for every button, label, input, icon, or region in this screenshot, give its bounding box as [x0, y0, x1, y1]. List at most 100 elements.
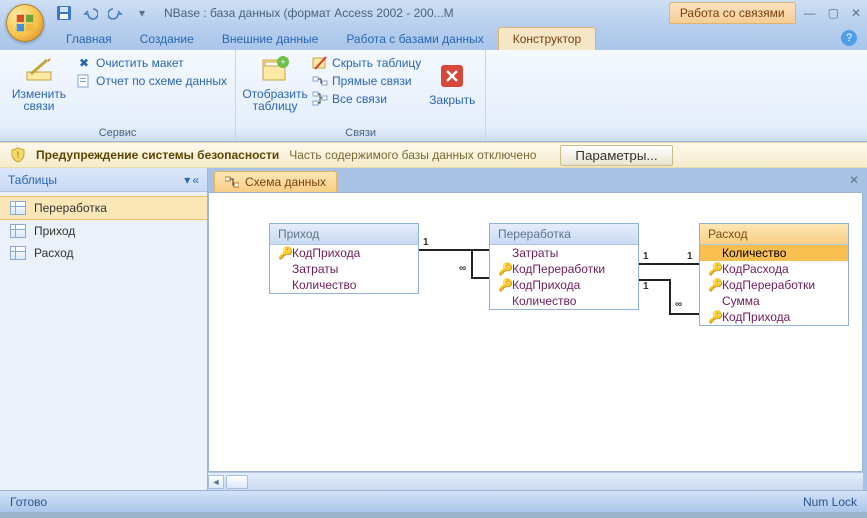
svg-text:!: ! — [17, 150, 20, 160]
scroll-thumb[interactable] — [226, 475, 248, 489]
clear-layout-button[interactable]: ✖ Очистить макет — [76, 54, 227, 72]
relationship-line[interactable] — [639, 263, 699, 265]
clear-layout-icon: ✖ — [76, 55, 92, 71]
hide-table-button[interactable]: Скрыть таблицу — [312, 54, 421, 72]
svg-text:+: + — [280, 57, 285, 67]
document-tab-schema[interactable]: Схема данных — [214, 171, 337, 192]
help-icon[interactable]: ? — [841, 30, 857, 46]
clear-layout-label: Очистить макет — [96, 56, 184, 70]
table-field[interactable]: Затраты — [270, 261, 418, 277]
ribbon-tabs: Главная Создание Внешние данные Работа с… — [0, 26, 867, 50]
maximize-icon[interactable]: ▢ — [828, 6, 839, 20]
office-button[interactable] — [6, 4, 44, 42]
nav-item-label: Приход — [34, 224, 75, 238]
table-box-prihod[interactable]: Приход 🔑КодПриходаЗатратыКоличество — [269, 223, 419, 294]
relation-one-label: 1 — [423, 237, 429, 248]
relation-one-label: 1 — [643, 251, 649, 262]
table-box-pererabotka[interactable]: Переработка Затраты🔑КодПереработки🔑 КодПр… — [489, 223, 639, 310]
relationship-line — [669, 313, 699, 315]
security-warning-bar: ! Предупреждение системы безопасности Ча… — [0, 142, 867, 168]
nav-item[interactable]: Расход — [0, 242, 207, 264]
table-header: Переработка — [490, 224, 638, 245]
table-header: Расход — [700, 224, 848, 245]
close-button[interactable]: Закрыть — [427, 54, 477, 112]
qat-dropdown-icon[interactable]: ▾ — [132, 3, 152, 23]
status-bar: Готово Num Lock — [0, 490, 867, 512]
security-message: Часть содержимого базы данных отключено — [289, 148, 536, 162]
table-field[interactable]: 🔑КодПереработки — [490, 261, 638, 277]
status-ready: Готово — [10, 495, 47, 509]
nav-item-label: Расход — [34, 246, 74, 260]
field-name: Затраты — [292, 262, 338, 276]
redo-icon[interactable] — [106, 3, 126, 23]
window-title: NBase : база данных (формат Access 2002 … — [164, 6, 669, 20]
close-label: Закрыть — [429, 94, 475, 106]
edit-relationships-icon — [23, 54, 55, 86]
table-field[interactable]: Количество — [490, 293, 638, 309]
table-field[interactable]: 🔑 КодПрихода — [490, 277, 638, 293]
schema-report-button[interactable]: Отчет по схеме данных — [76, 72, 227, 90]
table-field[interactable]: 🔑 КодРасхода — [700, 261, 848, 277]
close-window-icon[interactable]: ✕ — [851, 6, 861, 20]
table-field[interactable]: Количество — [700, 245, 848, 261]
security-options-button[interactable]: Параметры... — [560, 145, 672, 166]
undo-icon[interactable] — [80, 3, 100, 23]
schema-report-label: Отчет по схеме данных — [96, 74, 227, 88]
document-tabs: Схема данных ✕ — [208, 168, 867, 192]
all-links-button[interactable]: Все связи — [312, 90, 421, 108]
tab-home[interactable]: Главная — [52, 28, 126, 50]
tab-database-tools[interactable]: Работа с базами данных — [332, 28, 497, 50]
table-icon — [10, 246, 26, 260]
field-name: КодРасхода — [722, 262, 789, 276]
field-name: КодПрихода — [512, 278, 580, 292]
hide-table-label: Скрыть таблицу — [332, 56, 421, 70]
relationship-line — [471, 249, 473, 277]
close-icon — [436, 60, 468, 92]
relationships-canvas[interactable]: Приход 🔑КодПриходаЗатратыКоличество Пере… — [208, 192, 863, 472]
shield-icon: ! — [10, 147, 26, 163]
navigation-pane: Таблицы ▾« Переработка Приход Расход — [0, 168, 208, 490]
all-links-label: Все связи — [332, 92, 387, 106]
main-area: Таблицы ▾« Переработка Приход Расход Схема… — [0, 168, 867, 490]
relationship-line[interactable] — [419, 249, 489, 251]
relation-one-label: 1 — [687, 251, 693, 262]
horizontal-scrollbar[interactable]: ◄ — [208, 472, 863, 490]
table-icon — [10, 224, 26, 238]
all-links-icon — [312, 91, 328, 107]
nav-collapse-icon[interactable]: « — [192, 173, 199, 187]
table-field[interactable]: 🔑КодПрихода — [700, 309, 848, 325]
nav-dropdown-icon[interactable]: ▾ — [184, 173, 190, 187]
key-icon: 🔑 — [278, 246, 288, 260]
tab-external-data[interactable]: Внешние данные — [208, 28, 333, 50]
table-field[interactable]: Сумма — [700, 293, 848, 309]
direct-links-button[interactable]: Прямые связи — [312, 72, 421, 90]
tab-designer[interactable]: Конструктор — [498, 27, 596, 50]
key-icon: 🔑 — [498, 278, 508, 292]
save-icon[interactable] — [54, 3, 74, 23]
nav-header[interactable]: Таблицы ▾« — [0, 168, 207, 192]
edit-relationships-label: Изменить связи — [12, 88, 66, 112]
table-field[interactable]: Количество — [270, 277, 418, 293]
table-field[interactable]: 🔑КодПереработки — [700, 277, 848, 293]
field-name: Количество — [512, 294, 576, 308]
key-icon: 🔑 — [708, 310, 718, 324]
scroll-left-icon[interactable]: ◄ — [208, 475, 224, 489]
nav-item[interactable]: Приход — [0, 220, 207, 242]
table-field[interactable]: Затраты — [490, 245, 638, 261]
relation-many-label: ∞ — [459, 263, 466, 274]
field-name: КодПрихода — [292, 246, 360, 260]
tab-create[interactable]: Создание — [126, 28, 208, 50]
show-table-icon: + — [259, 54, 291, 86]
table-box-rashod[interactable]: Расход Количество 🔑 КодРасхода🔑КодПерерабо… — [699, 223, 849, 326]
table-field[interactable]: 🔑 КодПрихода — [270, 245, 418, 261]
field-name: Количество — [722, 246, 786, 260]
key-icon: 🔑 — [708, 262, 718, 276]
quick-access-toolbar: ▾ — [54, 3, 152, 23]
edit-relationships-button[interactable]: Изменить связи — [8, 54, 70, 112]
nav-item[interactable]: Переработка — [0, 196, 207, 220]
show-table-button[interactable]: + Отобразить таблицу — [244, 54, 306, 112]
field-name: Количество — [292, 278, 356, 292]
ribbon-group-service: Изменить связи ✖ Очистить макет Отчет по … — [0, 50, 236, 141]
document-close-icon[interactable]: ✕ — [849, 173, 859, 187]
minimize-icon[interactable]: ― — [804, 6, 816, 20]
